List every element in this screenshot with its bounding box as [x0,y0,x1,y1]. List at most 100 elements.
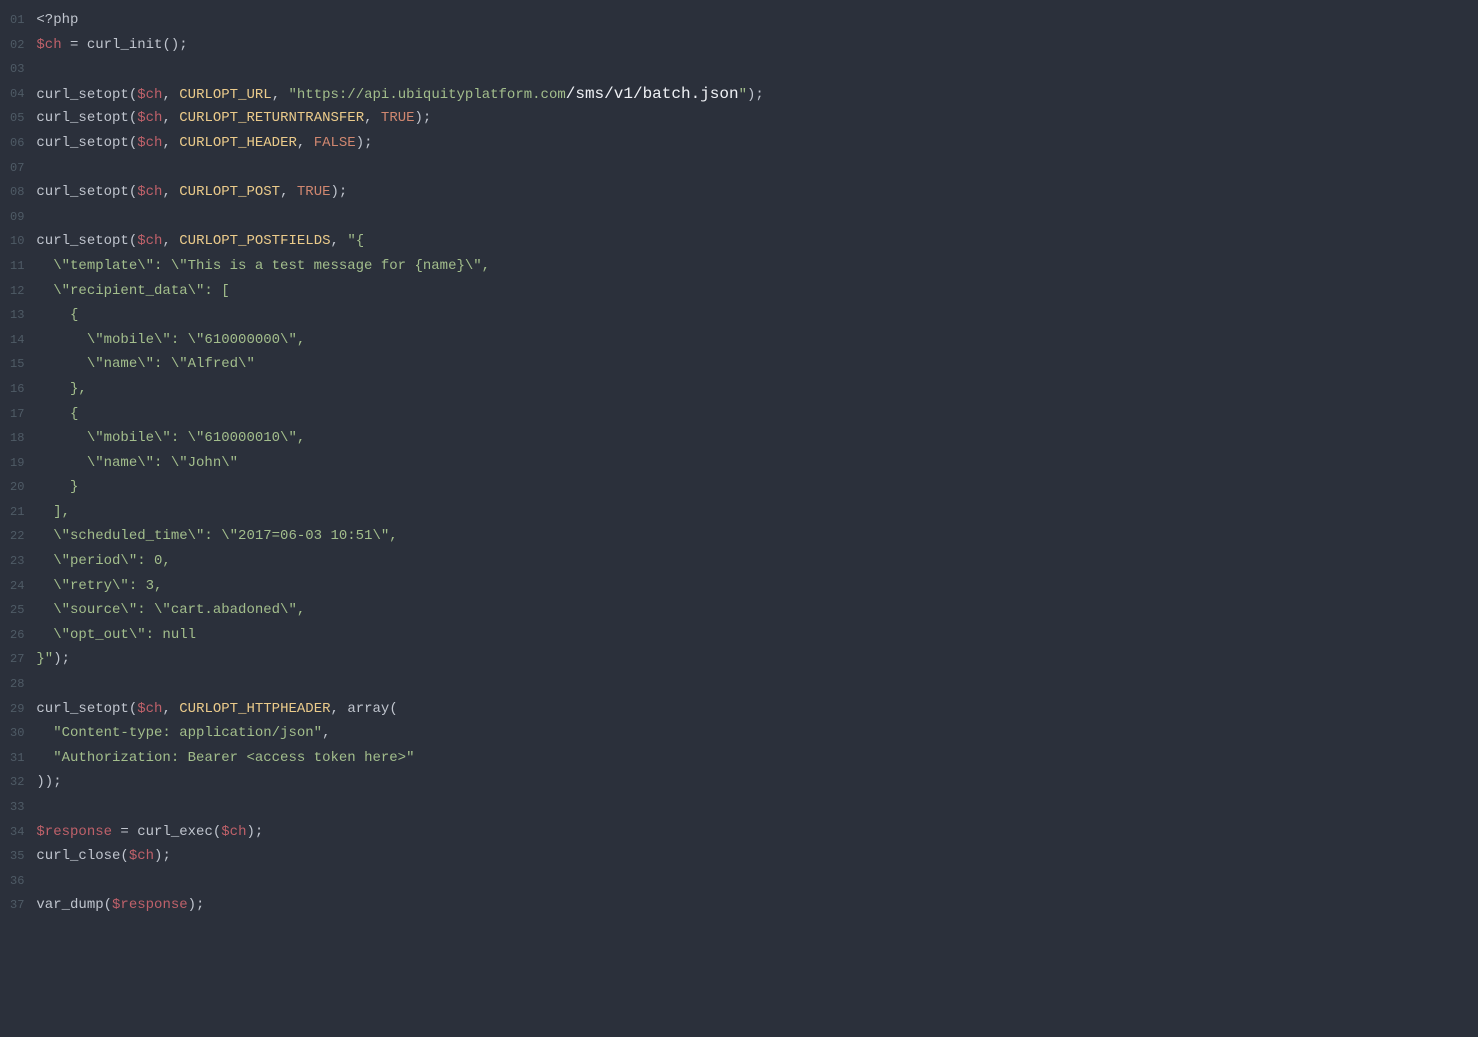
token: $response [112,897,188,913]
line-number: 36 [10,869,24,894]
code-line: \"name\": \"John\" [36,451,1466,476]
token: , [322,725,330,741]
token: ); [415,110,432,126]
line-number: 22 [10,524,24,549]
code-line: $response = curl_exec($ch); [36,820,1466,845]
token: array [347,701,389,717]
line-number: 11 [10,254,24,279]
token: "Authorization: Bearer <access token her… [53,750,414,766]
token: CURLOPT_POSTFIELDS [179,233,330,249]
token: $ch [137,110,162,126]
code-line: { [36,402,1466,427]
token: $ch [221,824,246,840]
code-line: curl_setopt($ch, CURLOPT_HEADER, FALSE); [36,131,1466,156]
line-number: 09 [10,205,24,230]
code-block: 0102030405060708091011121314151617181920… [0,0,1478,926]
line-number: 24 [10,574,24,599]
token: , [162,87,179,103]
token: TRUE [381,110,415,126]
line-number: 26 [10,623,24,648]
token: curl_close [36,848,120,864]
line-number: 10 [10,229,24,254]
code-line: }"); [36,647,1466,672]
code-line: \"period\": 0, [36,549,1466,574]
token: var_dump [36,897,103,913]
token: ); [188,897,205,913]
token: { [36,406,78,422]
code-line: \"source\": \"cart.abadoned\", [36,598,1466,623]
code-line: curl_setopt($ch, CURLOPT_URL, "https://a… [36,82,1466,107]
token: "{ [347,233,364,249]
code-line: <?php [36,8,1466,33]
code-line: \"scheduled_time\": \"2017=06-03 10:51\"… [36,524,1466,549]
token: \"mobile\": \"610000010\", [36,430,305,446]
code-line: curl_setopt($ch, CURLOPT_POST, TRUE); [36,180,1466,205]
line-number: 03 [10,57,24,82]
code-content[interactable]: <?php$ch = curl_init(); curl_setopt($ch,… [32,8,1478,918]
line-number: 15 [10,352,24,377]
line-number: 05 [10,106,24,131]
line-number: 17 [10,402,24,427]
code-line: "Content-type: application/json", [36,721,1466,746]
line-number: 01 [10,8,24,33]
token: FALSE [314,135,356,151]
token: TRUE [297,184,331,200]
token: , [364,110,381,126]
token: curl_setopt [36,701,128,717]
line-number: 21 [10,500,24,525]
token: , [162,135,179,151]
token: $ch [137,135,162,151]
code-line: \"opt_out\": null [36,623,1466,648]
line-number: 18 [10,426,24,451]
token: "https://api.ubiquityplatform.com [289,87,566,103]
line-number: 23 [10,549,24,574]
token: } [36,479,78,495]
token: ( [104,897,112,913]
token: curl_setopt [36,110,128,126]
token: \"mobile\": \"610000000\", [36,332,305,348]
token: \"period\": 0, [36,553,170,569]
line-number: 06 [10,131,24,156]
code-line: curl_setopt($ch, CURLOPT_POSTFIELDS, "{ [36,229,1466,254]
token: <?php [36,12,78,28]
line-number: 16 [10,377,24,402]
code-line [36,672,1466,697]
code-line: curl_setopt($ch, CURLOPT_HTTPHEADER, arr… [36,697,1466,722]
code-line: curl_setopt($ch, CURLOPT_RETURNTRANSFER,… [36,106,1466,131]
code-line: \"template\": \"This is a test message f… [36,254,1466,279]
token: curl_setopt [36,135,128,151]
token: )); [36,774,61,790]
token: ( [129,87,137,103]
token [36,750,53,766]
token: ); [247,824,264,840]
token: CURLOPT_HEADER [179,135,297,151]
line-number-gutter: 0102030405060708091011121314151617181920… [0,8,32,918]
token: ( [129,233,137,249]
code-line: curl_close($ch); [36,844,1466,869]
token: ); [154,848,171,864]
code-line [36,156,1466,181]
line-number: 04 [10,82,24,107]
line-number: 32 [10,770,24,795]
token: (); [162,37,187,53]
token: , [331,233,348,249]
token: \"recipient_data\": [ [36,283,229,299]
token: ], [36,504,70,520]
token: , [297,135,314,151]
line-number: 33 [10,795,24,820]
token: \"retry\": 3, [36,578,162,594]
token: , [280,184,297,200]
code-line: "Authorization: Bearer <access token her… [36,746,1466,771]
token: $ch [36,37,61,53]
code-line [36,57,1466,82]
token: \"template\": \"This is a test message f… [36,258,490,274]
line-number: 19 [10,451,24,476]
line-number: 13 [10,303,24,328]
code-line: \"mobile\": \"610000000\", [36,328,1466,353]
token: $ch [137,701,162,717]
line-number: 35 [10,844,24,869]
line-number: 34 [10,820,24,845]
token: , [162,701,179,717]
token: , [162,184,179,200]
token: = [112,824,137,840]
